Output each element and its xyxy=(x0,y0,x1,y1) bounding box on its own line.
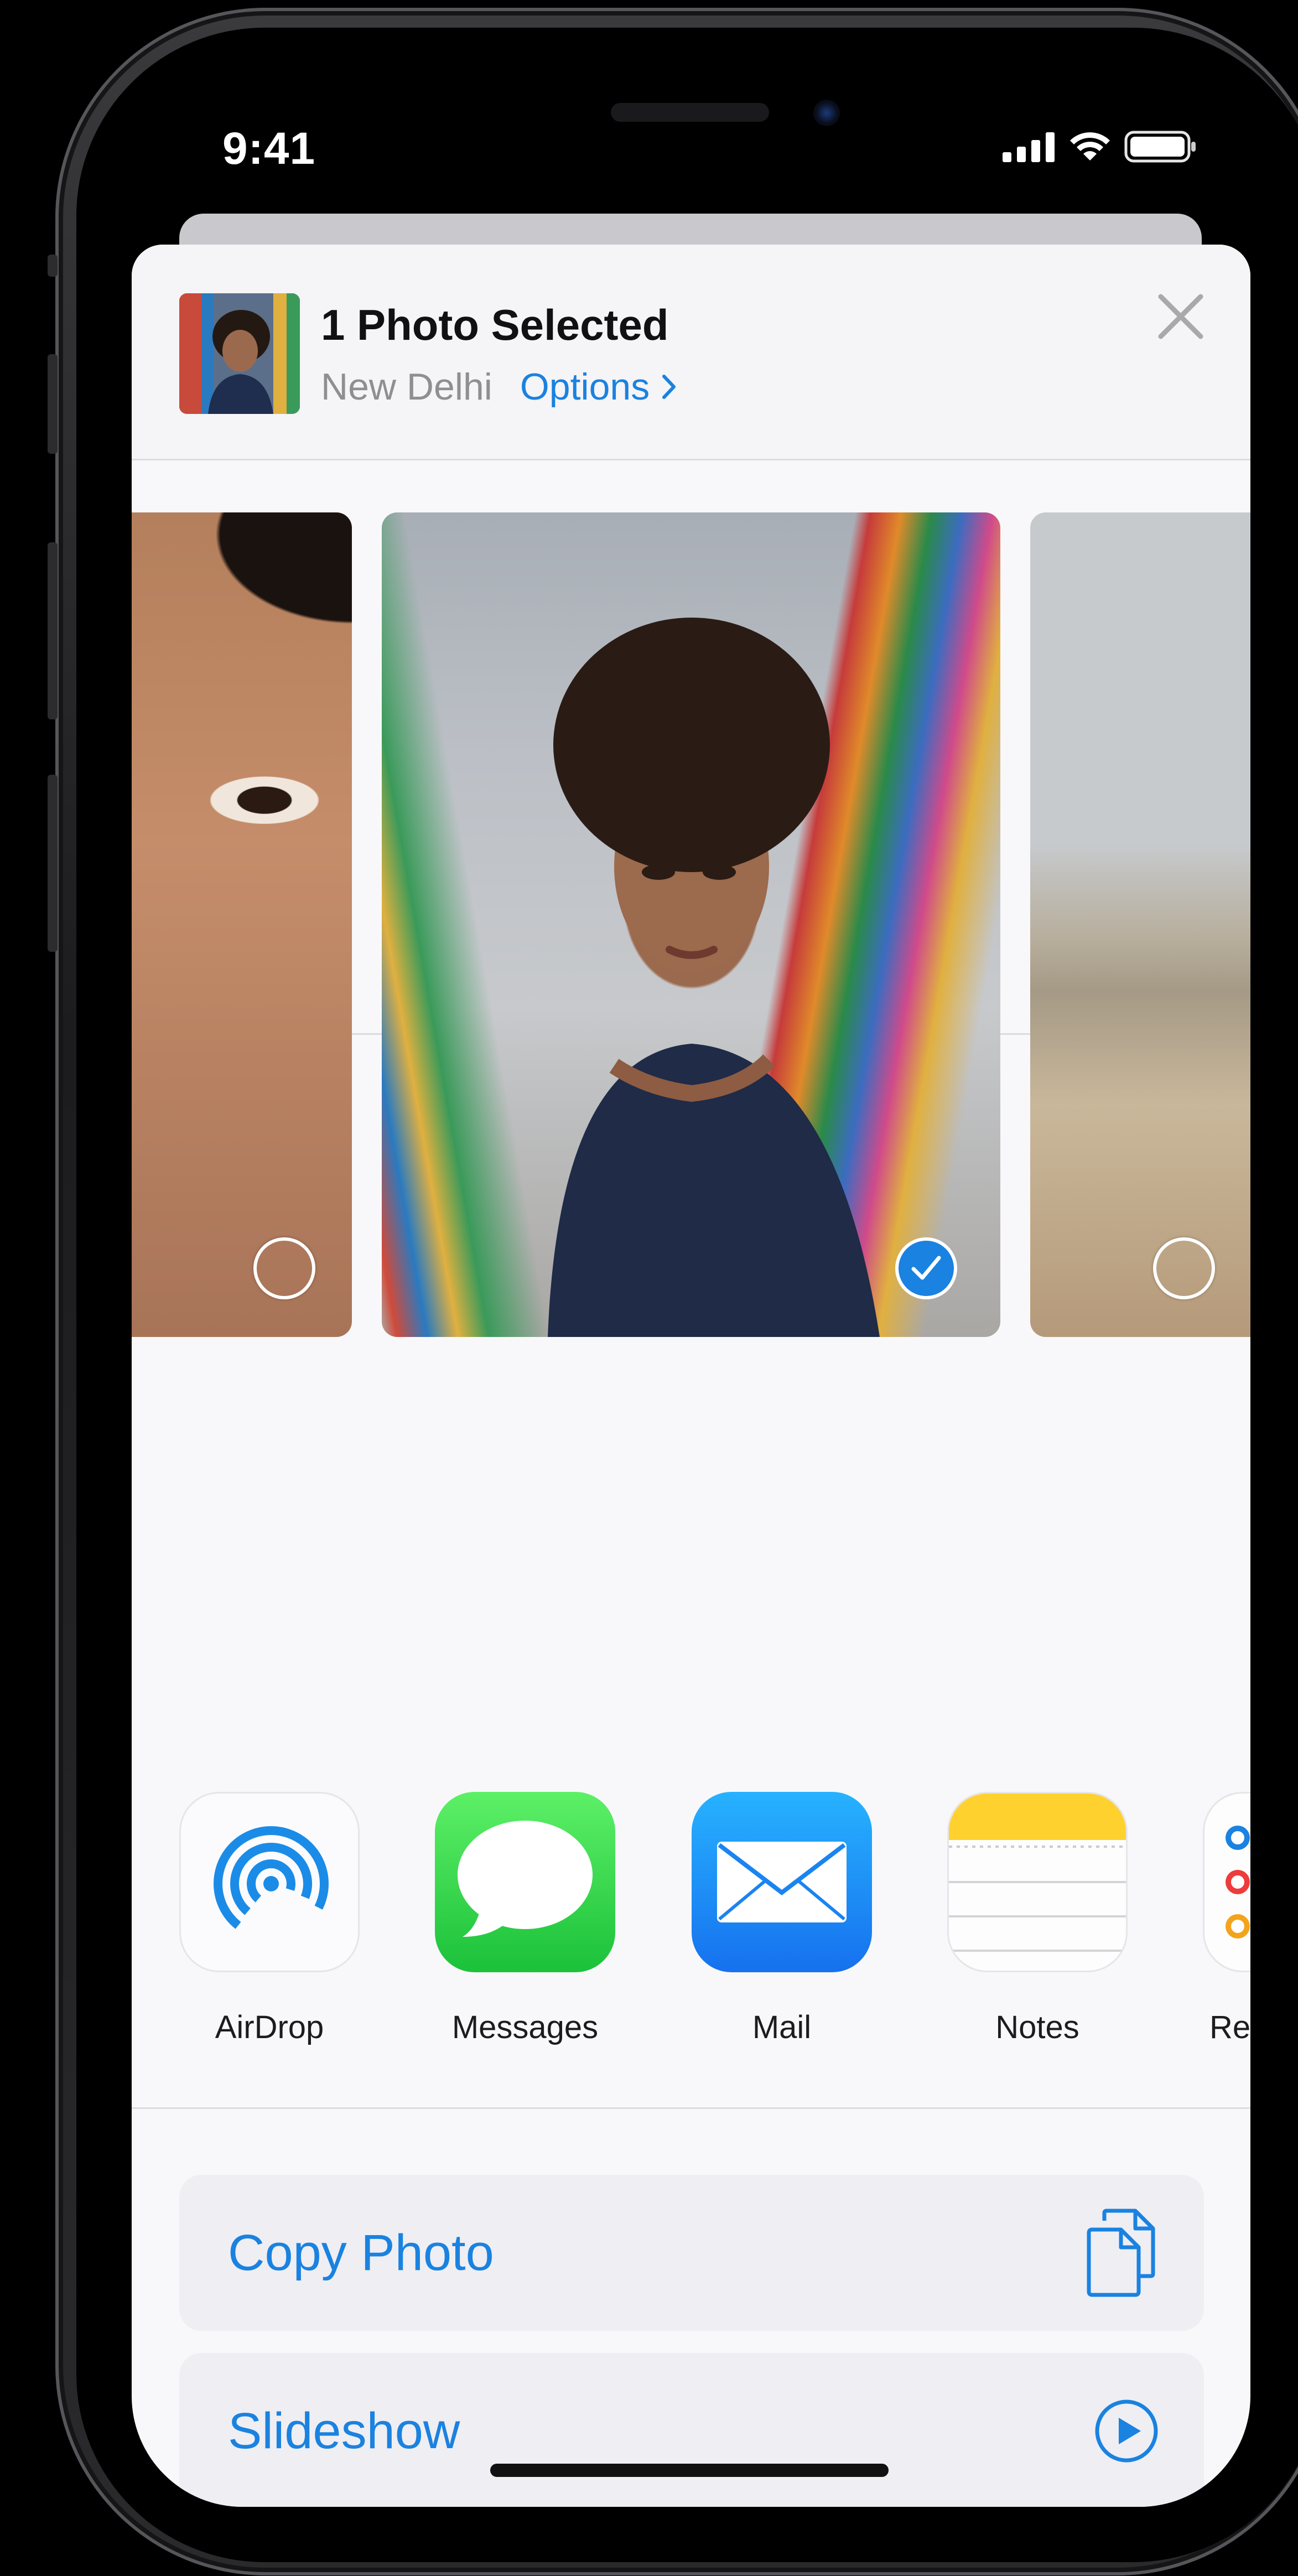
app-mail[interactable]: Mail xyxy=(692,1792,872,2046)
section-divider xyxy=(132,2107,1250,2109)
options-label: Options xyxy=(520,366,650,408)
side-button xyxy=(48,255,58,277)
checkmark-icon xyxy=(911,1256,941,1280)
photo-carousel[interactable] xyxy=(132,460,1250,1337)
home-indicator[interactable] xyxy=(490,2464,889,2477)
wifi-icon xyxy=(1070,132,1110,160)
share-sheet-title: 1 Photo Selected xyxy=(321,300,669,349)
airdrop-icon xyxy=(179,1792,360,1972)
app-airdrop[interactable]: AirDrop xyxy=(179,1792,360,2046)
app-reminders[interactable]: Re xyxy=(1203,1792,1250,2046)
play-icon xyxy=(1095,2399,1158,2463)
volume-up-button xyxy=(48,354,58,454)
mail-icon xyxy=(692,1792,872,1972)
share-sheet: 1 Photo Selected New Delhi Options AirDr… xyxy=(132,245,1250,2507)
options-link[interactable]: Options xyxy=(520,365,677,408)
app-label: Messages xyxy=(451,2009,599,2045)
action-label: Slideshow xyxy=(228,2402,460,2459)
copy-icon xyxy=(1087,2209,1155,2297)
photo-select-toggle[interactable] xyxy=(253,1237,315,1299)
app-label: Notes xyxy=(995,2009,1079,2045)
photo-item[interactable] xyxy=(1030,512,1250,1337)
cellular-signal-icon xyxy=(1003,132,1055,162)
earpiece-speaker xyxy=(611,103,769,122)
photo-item-selected[interactable] xyxy=(382,512,1000,1337)
app-label: Re xyxy=(1209,2009,1250,2045)
front-camera xyxy=(813,100,840,126)
reminders-icon xyxy=(1203,1792,1250,1972)
close-icon xyxy=(1158,294,1203,339)
app-label: AirDrop xyxy=(215,2009,324,2045)
battery-icon xyxy=(1124,131,1196,163)
messages-icon xyxy=(435,1792,615,1972)
volume-down-button xyxy=(48,775,58,952)
app-messages[interactable]: Messages xyxy=(435,1792,615,2046)
photo-location: New Delhi xyxy=(321,366,492,408)
photo-selected-checkmark[interactable] xyxy=(895,1237,957,1299)
app-label: Mail xyxy=(752,2009,812,2045)
slideshow-action[interactable]: Slideshow xyxy=(179,2353,1204,2507)
notes-icon xyxy=(947,1792,1128,1972)
selected-photo-thumbnail xyxy=(179,293,300,414)
copy-photo-action[interactable]: Copy Photo xyxy=(179,2175,1204,2331)
chevron-right-icon xyxy=(662,375,676,399)
close-button[interactable] xyxy=(1148,283,1214,350)
share-sheet-header: 1 Photo Selected New Delhi Options xyxy=(132,245,1250,460)
volume-up-button-2 xyxy=(48,542,58,719)
status-time: 9:41 xyxy=(222,123,316,174)
photo-item[interactable] xyxy=(132,512,352,1337)
status-icons xyxy=(1003,131,1197,163)
share-sheet-subtitle: New Delhi Options xyxy=(321,365,677,408)
app-notes[interactable]: Notes xyxy=(947,1792,1128,2046)
photo-select-toggle[interactable] xyxy=(1153,1237,1215,1299)
action-label: Copy Photo xyxy=(228,2224,494,2281)
